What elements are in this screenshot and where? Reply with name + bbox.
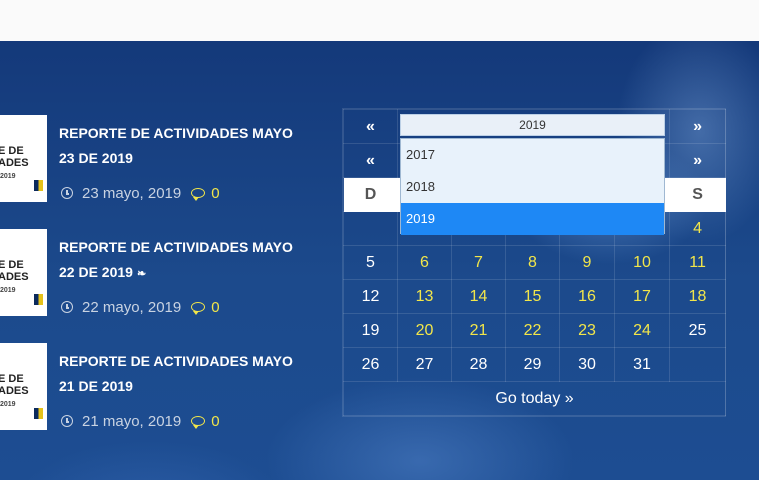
year-option-selected[interactable]: 2019 — [401, 203, 664, 235]
clock-icon — [61, 415, 73, 427]
comment-count[interactable]: 0 — [211, 299, 219, 316]
post-date: 21 mayo, 2019 — [82, 412, 182, 430]
thumb-text: E DE — [0, 373, 24, 385]
day-cell-linked[interactable]: 6 — [397, 245, 452, 280]
thumb-year: 2019 — [0, 287, 16, 294]
post-meta: 21 mayo, 2019 0 — [61, 411, 220, 431]
clock-icon — [61, 301, 73, 313]
day-cell: 30 — [559, 347, 615, 382]
day-cell-linked[interactable]: 16 — [559, 279, 615, 314]
clock-icon — [61, 187, 73, 199]
post-title-line: REPORTE DE ACTIVIDADES MAYO — [59, 239, 293, 255]
day-cell-linked[interactable]: 22 — [505, 313, 560, 348]
day-cell-linked[interactable]: 7 — [451, 245, 506, 280]
top-bar — [0, 0, 759, 42]
day-cell: 19 — [343, 313, 398, 348]
post-title-line: 21 DE 2019 — [59, 378, 133, 394]
year-select[interactable]: 2019 — [400, 114, 665, 136]
post-date: 23 mayo, 2019 — [82, 184, 182, 202]
comment-count[interactable]: 0 — [211, 185, 219, 202]
prev-month-button[interactable]: « — [343, 143, 398, 178]
go-today-row: Go today » — [342, 381, 727, 416]
bird-icon: ❧ — [136, 268, 147, 280]
post-title-link[interactable]: REPORTE DE ACTIVIDADES MAYO 23 DE 2019 — [59, 121, 309, 171]
weekday-label: S — [669, 177, 727, 212]
post-thumbnail[interactable]: E DE ADES 2019 — [0, 229, 47, 316]
thumb-logo — [34, 408, 43, 419]
day-cell — [343, 211, 398, 246]
week-row: 26 27 28 29 30 31 — [343, 347, 727, 382]
post-meta: 22 mayo, 2019 0 — [61, 297, 220, 317]
week-row: 5 6 7 8 9 10 11 — [343, 245, 727, 280]
day-cell-linked[interactable]: 21 — [451, 313, 506, 348]
day-cell-linked[interactable]: 8 — [505, 245, 560, 280]
day-cell-linked[interactable]: 24 — [613, 313, 671, 348]
day-cell-linked[interactable]: 4 — [669, 211, 727, 246]
week-row: 12 13 14 15 16 17 18 — [343, 279, 727, 314]
post-thumbnail[interactable]: E DE ADES 2019 — [0, 343, 47, 430]
year-option[interactable]: 2018 — [401, 171, 664, 203]
thumb-year: 2019 — [0, 401, 16, 408]
thumb-text: ADES — [0, 385, 29, 397]
comment-count[interactable]: 0 — [211, 413, 219, 430]
week-row: 19 20 21 22 23 24 25 — [343, 313, 727, 348]
thumb-text: E DE — [0, 259, 24, 271]
next-month-button[interactable]: » — [669, 143, 727, 178]
comment-icon[interactable] — [191, 416, 206, 429]
post-item[interactable]: E DE ADES 2019 REPORTE DE ACTIVIDADES MA… — [0, 229, 320, 329]
day-cell: 29 — [505, 347, 560, 382]
post-title-line: 22 DE 2019 — [59, 264, 133, 280]
post-title-link[interactable]: REPORTE DE ACTIVIDADES MAYO 22 DE 2019 ❧ — [59, 235, 309, 287]
thumb-logo — [34, 180, 43, 191]
post-title-link[interactable]: REPORTE DE ACTIVIDADES MAYO 21 DE 2019 — [59, 349, 309, 399]
comment-icon[interactable] — [191, 302, 206, 315]
day-cell: 25 — [669, 313, 727, 348]
day-cell-linked[interactable]: 13 — [397, 279, 452, 314]
day-cell-linked[interactable]: 11 — [669, 245, 727, 280]
thumb-text: ADES — [0, 271, 29, 283]
thumb-logo — [34, 294, 43, 305]
day-cell-linked[interactable]: 10 — [613, 245, 671, 280]
weekday-label: D — [343, 177, 398, 212]
day-cell-linked[interactable]: 9 — [559, 245, 615, 280]
thumb-text: E DE — [0, 145, 24, 157]
post-item[interactable]: E DE ADES 2019 REPORTE DE ACTIVIDADES MA… — [0, 343, 320, 443]
day-cell-linked[interactable]: 23 — [559, 313, 615, 348]
day-cell-linked[interactable]: 15 — [505, 279, 560, 314]
post-thumbnail[interactable]: E DE ADES 2019 — [0, 115, 47, 202]
day-cell-linked[interactable]: 18 — [669, 279, 727, 314]
day-cell: 5 — [343, 245, 398, 280]
day-cell: 27 — [397, 347, 452, 382]
day-cell: 31 — [613, 347, 671, 382]
day-cell: 28 — [451, 347, 506, 382]
go-today-link[interactable]: Go today » — [342, 381, 727, 416]
year-option[interactable]: 2017 — [401, 139, 664, 171]
post-title-line: 23 DE 2019 — [59, 150, 133, 166]
post-item[interactable]: E DE ADES 2019 REPORTE DE ACTIVIDADES MA… — [0, 115, 320, 215]
day-cell: 12 — [343, 279, 398, 314]
thumb-year: 2019 — [0, 173, 16, 180]
prev-year-button[interactable]: « — [343, 109, 398, 144]
post-title-line: REPORTE DE ACTIVIDADES MAYO — [59, 353, 293, 369]
next-year-button[interactable]: » — [669, 109, 727, 144]
comment-icon[interactable] — [191, 188, 206, 201]
post-title-line: REPORTE DE ACTIVIDADES MAYO — [59, 125, 293, 141]
day-cell — [669, 347, 727, 382]
thumb-text: ADES — [0, 157, 29, 169]
year-dropdown: 2017 2018 2019 — [400, 138, 665, 235]
post-date: 22 mayo, 2019 — [82, 298, 182, 316]
day-cell-linked[interactable]: 14 — [451, 279, 506, 314]
day-cell-linked[interactable]: 17 — [613, 279, 671, 314]
day-cell: 26 — [343, 347, 398, 382]
day-cell-linked[interactable]: 20 — [397, 313, 452, 348]
post-meta: 23 mayo, 2019 0 — [61, 183, 220, 203]
